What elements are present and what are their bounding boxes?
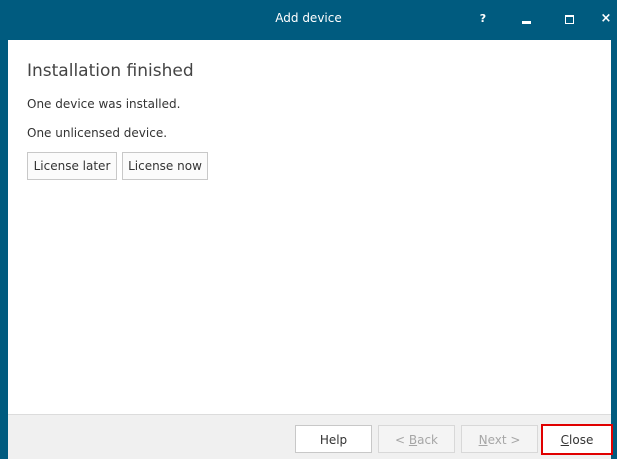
page-title: Installation finished: [27, 61, 194, 81]
unlicensed-status-text: One unlicensed device.: [27, 126, 168, 140]
back-prefix: <: [394, 433, 409, 447]
close-button[interactable]: Close: [541, 424, 613, 455]
close-icon[interactable]: ×: [593, 6, 617, 32]
back-button[interactable]: < Back: [378, 425, 455, 453]
license-now-button[interactable]: License now: [122, 152, 208, 180]
installed-status-text: One device was installed.: [27, 97, 181, 111]
add-device-window: Add device ? × Installation finished One…: [0, 0, 617, 459]
next-mnemonic: N: [478, 433, 488, 447]
license-later-button[interactable]: License later: [27, 152, 117, 180]
next-rest: ext >: [487, 433, 521, 447]
close-rest: lose: [569, 433, 594, 447]
title-bar[interactable]: Add device ? ×: [0, 0, 617, 37]
maximize-icon[interactable]: [556, 6, 582, 32]
back-mnemonic: B: [408, 433, 418, 447]
back-rest: ack: [417, 433, 438, 447]
close-mnemonic: C: [560, 433, 570, 447]
next-button[interactable]: Next >: [461, 425, 538, 453]
help-button[interactable]: Help: [295, 425, 372, 453]
minimize-icon[interactable]: [513, 6, 539, 32]
help-icon[interactable]: ?: [470, 6, 496, 32]
wizard-footer: Help < Back Next > Close: [8, 414, 613, 459]
content-panel: Installation finished One device was ins…: [8, 40, 611, 414]
